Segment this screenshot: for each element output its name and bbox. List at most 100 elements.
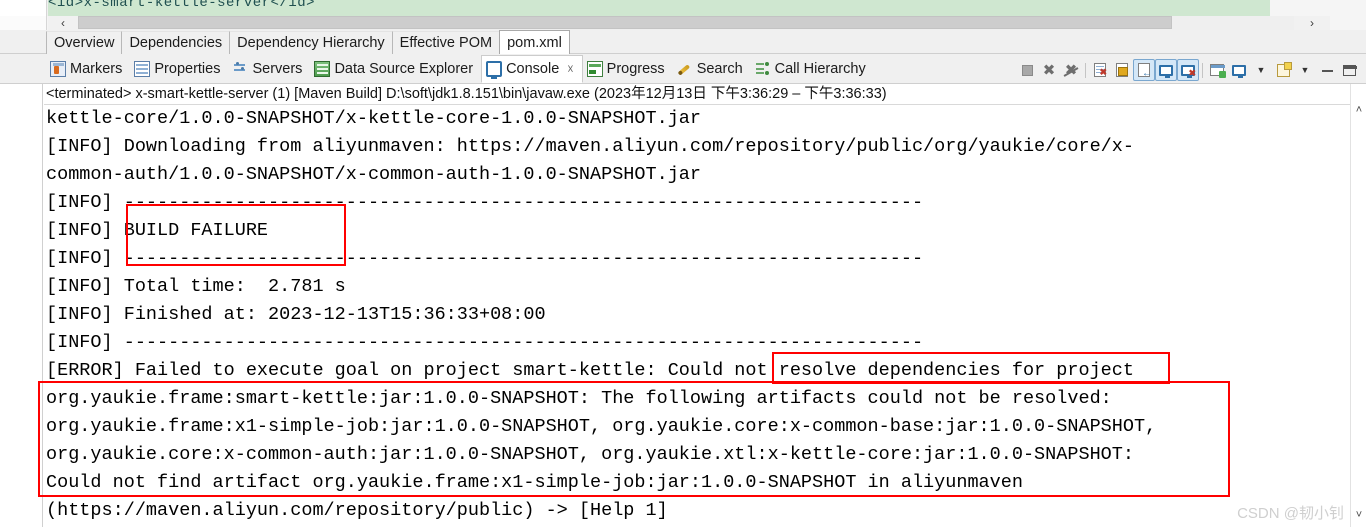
scroll-down-icon[interactable]: ˅: [1351, 507, 1366, 523]
tab-dependencies[interactable]: Dependencies: [121, 31, 230, 54]
console-vertical-scrollbar[interactable]: ˄ ˅: [1350, 84, 1366, 527]
error-badge-icon: ✖: [1188, 67, 1196, 78]
clear-badge-icon: ✖: [1099, 67, 1107, 77]
close-icon[interactable]: ☓: [567, 62, 573, 76]
servers-icon: [232, 61, 248, 77]
console-line: kettle-core/1.0.0-SNAPSHOT/x-kettle-core…: [46, 108, 702, 129]
eclipse-ide-window: <id>x-smart-kettle-server</id> ‹ › Overv…: [0, 0, 1366, 527]
view-tab-call-hierarchy[interactable]: Call Hierarchy: [751, 55, 874, 83]
clear-console-button[interactable]: ✖: [1089, 59, 1111, 81]
remove-icon: ✖: [1042, 60, 1056, 79]
view-tab-markers-label: Markers: [70, 60, 123, 77]
view-tab-console[interactable]: Console ☓: [481, 55, 583, 83]
maximize-button[interactable]: [1338, 59, 1360, 81]
horizontal-scroll-track[interactable]: [78, 16, 1294, 30]
open-console-button[interactable]: [1272, 59, 1294, 81]
word-wrap-icon: [1138, 63, 1152, 79]
call-hierarchy-icon: [755, 61, 771, 77]
view-tab-progress[interactable]: Progress: [583, 55, 673, 83]
scroll-lock-icon: [1116, 63, 1128, 77]
view-tab-data-source-explorer[interactable]: Data Source Explorer: [310, 55, 481, 83]
console-line: org.yaukie.frame:smart-kettle:jar:1.0.0-…: [46, 388, 1112, 409]
console-line: [INFO] BUILD FAILURE: [46, 220, 269, 241]
editor-line-gutter: [0, 0, 47, 16]
scroll-up-icon[interactable]: ˄: [1351, 102, 1366, 118]
editor-right-padding: [1270, 0, 1366, 16]
scroll-right-icon[interactable]: ›: [1294, 16, 1330, 30]
chevron-down-icon: ▼: [1256, 65, 1266, 75]
search-icon: [673, 58, 696, 81]
console-process-header: <terminated> x-smart-kettle-server (1) […: [44, 84, 1350, 105]
scroll-lock-button[interactable]: [1111, 59, 1133, 81]
console-line: common-auth/1.0.0-SNAPSHOT/x-common-auth…: [46, 164, 702, 185]
remove-all-terminated-button[interactable]: ✖: [1060, 59, 1082, 81]
pin-console-icon: [1210, 64, 1226, 78]
view-tab-data-source-explorer-label: Data Source Explorer: [334, 60, 474, 77]
console-line: (https://maven.aliyun.com/repository/pub…: [46, 500, 668, 521]
minimize-icon: [1321, 69, 1333, 72]
terminate-button[interactable]: [1016, 59, 1038, 81]
word-wrap-button[interactable]: [1133, 59, 1155, 81]
horizontal-scroll-thumb[interactable]: [78, 16, 1172, 29]
toolbar-separator: [1085, 62, 1086, 78]
console-icon: [486, 61, 503, 79]
console-line: org.yaukie.core:x-common-auth:jar:1.0.0-…: [46, 444, 1134, 465]
show-console-on-output-button[interactable]: [1155, 59, 1177, 81]
show-on-error-icon: ✖: [1181, 64, 1196, 78]
tab-dependencies-label: Dependencies: [129, 35, 223, 51]
properties-icon: [134, 61, 151, 77]
tab-dependency-hierarchy[interactable]: Dependency Hierarchy: [229, 31, 392, 54]
display-console-icon: [1232, 64, 1246, 78]
pom-editor-tab-bar: Overview Dependencies Dependency Hierarc…: [0, 30, 1366, 54]
tab-overview[interactable]: Overview: [46, 31, 122, 54]
maximize-icon: [1342, 64, 1357, 76]
editor-source-line: <id>x-smart-kettle-server</id>: [48, 0, 316, 11]
remove-all-icon: ✖: [1064, 60, 1078, 79]
show-on-output-icon: [1159, 64, 1173, 78]
view-tab-search[interactable]: Search: [673, 55, 751, 83]
console-view: <terminated> x-smart-kettle-server (1) […: [0, 84, 1366, 527]
editor-source-preview[interactable]: <id>x-smart-kettle-server</id>: [48, 0, 1270, 16]
editor-horizontal-scrollbar[interactable]: ‹ ›: [0, 16, 1366, 30]
view-tab-markers[interactable]: Markers: [46, 55, 130, 83]
show-console-on-error-button[interactable]: ✖: [1177, 59, 1199, 81]
tab-pom-xml-label: pom.xml: [507, 34, 562, 51]
console-line: [INFO] ---------------------------------…: [46, 332, 924, 353]
chevron-down-icon-2: ▼: [1300, 65, 1310, 75]
tab-effective-pom[interactable]: Effective POM: [391, 31, 500, 54]
view-tab-properties-label: Properties: [154, 60, 221, 77]
pin-console-button[interactable]: [1206, 59, 1228, 81]
stop-square-icon: [1021, 64, 1033, 76]
toolbar-separator-2: [1202, 62, 1203, 78]
console-line: [INFO] ---------------------------------…: [46, 248, 924, 269]
console-line: [INFO] Total time: 2.781 s: [46, 276, 346, 297]
remove-launch-button[interactable]: ✖: [1038, 59, 1060, 81]
tab-pom-xml[interactable]: pom.xml: [499, 30, 570, 54]
open-console-icon: [1276, 61, 1292, 77]
csdn-watermark: CSDN @韧小钊: [1237, 505, 1344, 522]
scroll-left-icon[interactable]: ‹: [48, 16, 78, 30]
clear-console-icon: ✖: [1094, 63, 1107, 77]
open-console-dropdown[interactable]: ▼: [1294, 59, 1316, 81]
view-tab-progress-label: Progress: [606, 60, 665, 77]
view-tab-servers[interactable]: Servers: [228, 55, 310, 83]
console-line: [ERROR] Failed to execute goal on projec…: [46, 360, 1134, 381]
display-selected-console-button[interactable]: [1228, 59, 1250, 81]
minimize-button[interactable]: [1316, 59, 1338, 81]
scrollbar-end-pad: [1330, 16, 1366, 30]
console-output[interactable]: kettle-core/1.0.0-SNAPSHOT/x-kettle-core…: [44, 105, 1350, 527]
console-line: org.yaukie.frame:x1-simple-job:jar:1.0.0…: [46, 416, 1157, 437]
tab-effective-pom-label: Effective POM: [399, 35, 493, 51]
view-tab-servers-label: Servers: [252, 60, 303, 77]
tab-dependency-hierarchy-label: Dependency Hierarchy: [237, 35, 385, 51]
view-tab-search-label: Search: [696, 60, 743, 77]
console-line: Could not find artifact org.yaukie.frame…: [46, 472, 1023, 493]
console-line: [INFO] ---------------------------------…: [46, 192, 924, 213]
display-console-dropdown[interactable]: ▼: [1250, 59, 1272, 81]
console-left-gutter: [0, 84, 43, 527]
console-toolbar: ✖ ✖ ✖ ✖ ▼ ▼: [1016, 58, 1360, 82]
progress-icon: [586, 61, 603, 77]
view-tab-properties[interactable]: Properties: [130, 55, 228, 83]
console-line: [INFO] Downloading from aliyunmaven: htt…: [46, 136, 1134, 157]
view-tab-console-label: Console: [506, 60, 560, 77]
